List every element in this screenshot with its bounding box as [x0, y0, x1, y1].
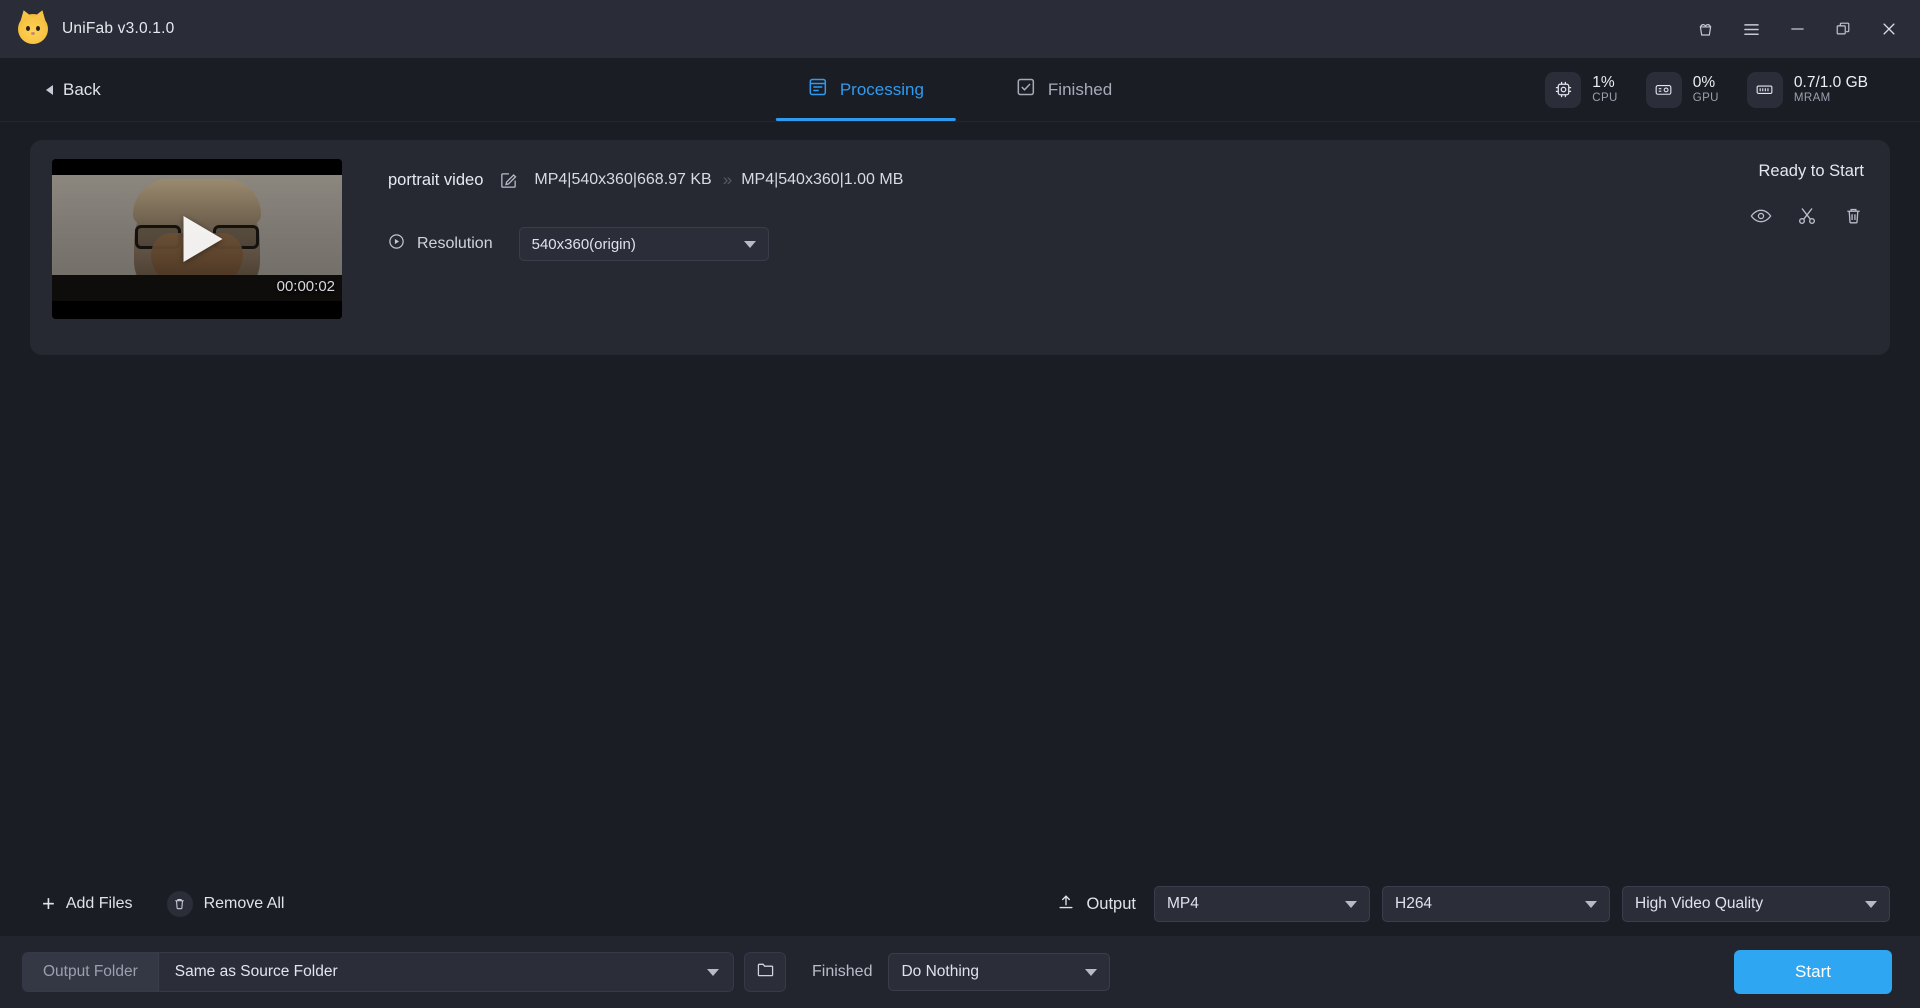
task-status-area: Ready to Start [1750, 162, 1864, 227]
resolution-value: 540x360(origin) [531, 235, 636, 253]
tab-processing-label: Processing [839, 79, 924, 99]
play-circle-icon [388, 233, 405, 255]
trash-icon [166, 891, 193, 917]
chevron-down-icon [1085, 968, 1098, 976]
task-info: portrait video MP4|540x360|668.97 KB » M… [342, 159, 1868, 261]
chevron-down-icon [707, 968, 719, 976]
output-settings: Output MP4 H264 High Video Quality [1057, 886, 1890, 922]
finished-action-select[interactable]: Do Nothing [888, 953, 1111, 991]
tab-finished[interactable]: Finished [1002, 58, 1126, 121]
window-controls [1682, 7, 1912, 51]
maximize-icon[interactable] [1820, 7, 1866, 51]
output-folder-select[interactable]: Output Folder Same as Source Folder [22, 952, 734, 992]
chevron-down-icon [1585, 900, 1597, 908]
footer-bar: Output Folder Same as Source Folder Fini… [0, 936, 1920, 1008]
folder-icon [756, 961, 775, 983]
list-document-icon [808, 77, 828, 102]
minimize-icon[interactable] [1774, 7, 1820, 51]
tab-bar: Processing Finished [775, 58, 1126, 121]
format-select[interactable]: MP4 [1154, 886, 1370, 922]
trash-delete-icon[interactable] [1842, 205, 1864, 227]
video-duration: 00:00:02 [276, 278, 335, 295]
stat-cpu: 1% CPU [1545, 71, 1618, 108]
tab-finished-label: Finished [1047, 79, 1113, 99]
chevron-left-icon [46, 84, 53, 95]
nav-bar: Back Processing Finished 1% CPU 0% GPU 0… [0, 58, 1920, 122]
gpu-value: 0% [1692, 73, 1716, 91]
stat-gpu: 0% GPU [1645, 71, 1719, 108]
back-label: Back [63, 79, 101, 99]
task-list: 00:00:02 portrait video MP4|540x360|668.… [0, 122, 1920, 872]
upload-icon [1057, 893, 1075, 916]
eye-preview-icon[interactable] [1750, 205, 1772, 227]
stat-mram: 0.7/1.0 GB MRAM [1746, 71, 1868, 108]
quality-value: High Video Quality [1635, 895, 1764, 912]
cpu-chip-icon [1545, 71, 1582, 108]
remove-all-label: Remove All [203, 895, 285, 912]
chevron-down-icon [1345, 900, 1357, 908]
chevron-down-icon [1865, 900, 1877, 908]
finished-action-label: Finished [812, 963, 873, 980]
tab-processing[interactable]: Processing [775, 58, 957, 121]
cpu-value: 1% [1592, 73, 1615, 91]
file-name: portrait video [388, 170, 484, 189]
play-triangle-icon[interactable] [183, 216, 223, 262]
mram-label: MRAM [1793, 91, 1831, 104]
checkbox-icon [1016, 77, 1036, 102]
remove-all-button[interactable]: Remove All [166, 891, 285, 917]
app-title: UniFab v3.0.1.0 [62, 20, 175, 37]
format-value: MP4 [1167, 895, 1199, 912]
start-button[interactable]: Start [1734, 950, 1892, 994]
add-files-button[interactable]: + Add Files [42, 893, 133, 915]
menu-icon[interactable] [1728, 7, 1774, 51]
output-folder-value: Same as Source Folder [174, 963, 338, 980]
task-row[interactable]: 00:00:02 portrait video MP4|540x360|668.… [30, 140, 1890, 355]
mram-value: 0.7/1.0 GB [1793, 73, 1868, 91]
output-label-group: Output [1057, 893, 1136, 916]
gift-icon[interactable] [1682, 7, 1728, 51]
codec-value: H264 [1395, 895, 1433, 912]
chevron-down-icon [743, 240, 756, 248]
quality-select[interactable]: High Video Quality [1622, 886, 1890, 922]
cat-logo-icon [18, 14, 48, 44]
gpu-card-icon [1645, 71, 1682, 108]
system-stats: 1% CPU 0% GPU 0.7/1.0 GB MRAM [1545, 71, 1920, 108]
back-button[interactable]: Back [0, 80, 101, 100]
output-folder-label: Output Folder [23, 953, 159, 991]
video-thumbnail[interactable]: 00:00:02 [52, 159, 342, 319]
bottom-toolbar: + Add Files Remove All Output MP4 H264 H… [0, 872, 1920, 936]
cpu-label: CPU [1592, 91, 1618, 104]
finished-action-value: Do Nothing [901, 963, 980, 980]
task-actions [1750, 205, 1864, 227]
resolution-label: Resolution [417, 235, 493, 252]
plus-icon: + [42, 891, 55, 916]
target-meta: MP4|540x360|1.00 MB [741, 171, 904, 188]
browse-folder-button[interactable] [744, 952, 786, 992]
codec-select[interactable]: H264 [1382, 886, 1610, 922]
title-bar: UniFab v3.0.1.0 [0, 0, 1920, 58]
source-meta: MP4|540x360|668.97 KB [534, 171, 712, 188]
unifab-window: UniFab v3.0.1.0 Back Processing Finished… [0, 0, 1920, 1008]
edit-pencil-icon[interactable] [499, 171, 518, 190]
close-icon[interactable] [1866, 7, 1912, 51]
double-chevron-right-icon: » [722, 170, 733, 189]
scissors-trim-icon[interactable] [1796, 205, 1818, 227]
output-label: Output [1086, 894, 1136, 913]
ram-stick-icon [1746, 71, 1783, 108]
status-badge: Ready to Start [1758, 162, 1864, 180]
gpu-label: GPU [1692, 91, 1719, 104]
resolution-select[interactable]: 540x360(origin) [518, 227, 769, 261]
add-files-label: Add Files [65, 895, 133, 912]
